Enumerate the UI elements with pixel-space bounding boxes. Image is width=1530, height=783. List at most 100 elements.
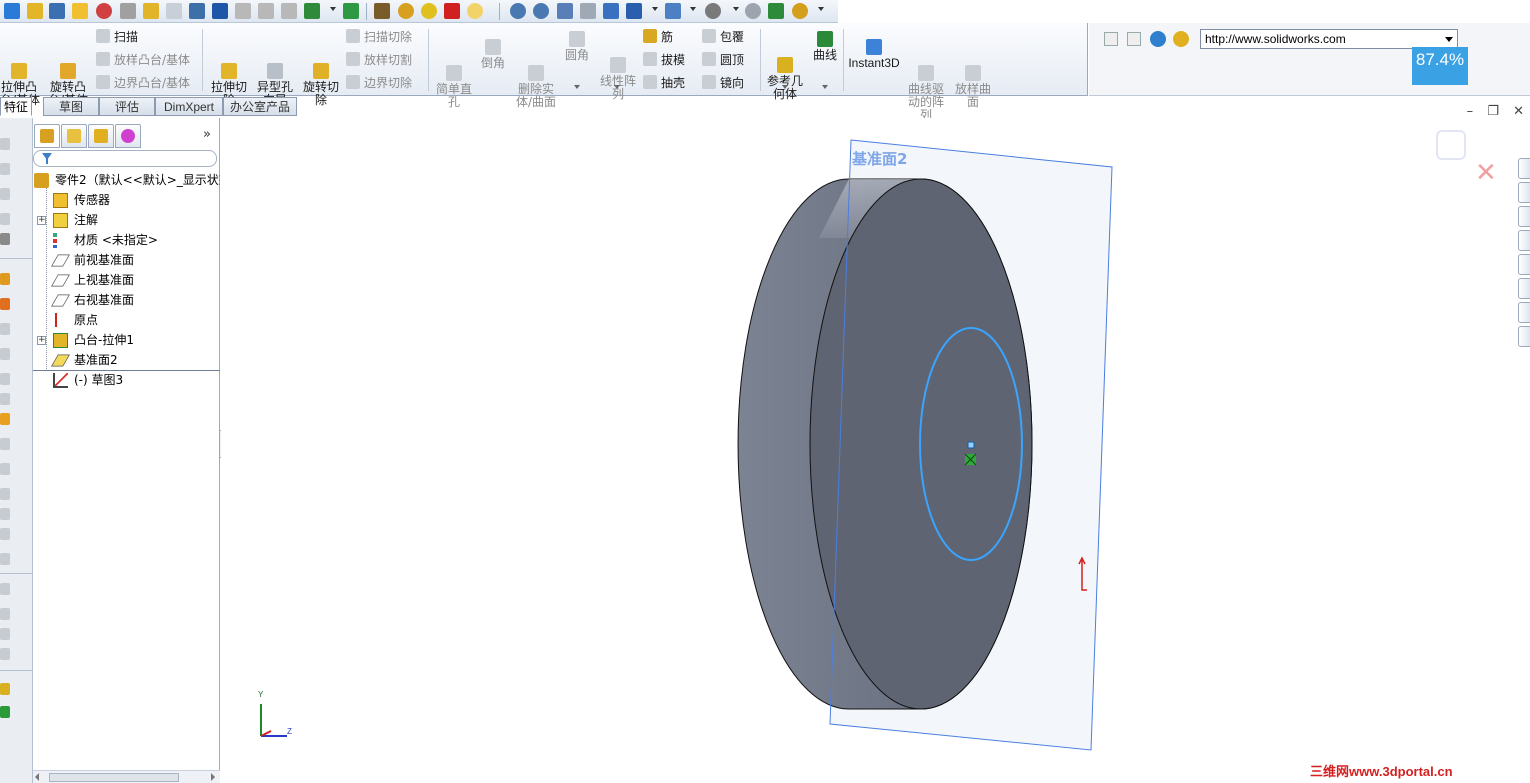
tool-icon[interactable] [0,438,10,450]
deviation-analysis-icon[interactable] [374,3,390,19]
parting-line-icon[interactable] [281,3,297,19]
fillet-button[interactable]: 圆角 [562,31,592,62]
symmetry-check-icon[interactable] [304,3,320,19]
fillet-dropdown-icon[interactable] [574,85,580,89]
realview-icon[interactable] [792,3,808,19]
lofted-boss-button[interactable]: 放样凸台/基体 [96,52,190,68]
tool-icon[interactable] [0,413,10,425]
sketch-exit-icon[interactable] [1436,130,1466,160]
tool-icon[interactable] [0,553,10,565]
instant3d-button[interactable]: Instant3D [847,39,901,70]
rollback-bar[interactable] [33,370,220,371]
tool-icon[interactable] [0,348,10,360]
scroll-thumb[interactable] [49,773,179,782]
zoom-to-area-icon[interactable] [533,3,549,19]
cancel-sketch-icon[interactable]: ✕ [1475,160,1497,186]
appearance-icon[interactable] [467,3,483,19]
curves-button[interactable]: 曲线 [810,31,840,62]
shell-button[interactable]: 抽壳 [643,75,685,91]
wrap-button[interactable]: 包覆 [702,29,744,45]
graphics-area[interactable]: 基准面2 Y Z ✕ [221,118,1530,783]
tool-icon[interactable] [0,138,10,150]
tool-icon[interactable] [0,373,10,385]
url-dropdown-icon[interactable] [1445,37,1453,42]
close-icon[interactable] [1104,32,1118,46]
tool-icon[interactable] [0,463,10,475]
lofted-surface-button[interactable]: 放样曲 面 [952,39,994,122]
minimize-icon[interactable]: – [1467,104,1474,119]
zoom-to-fit-icon[interactable] [510,3,526,19]
simple-hole-button[interactable]: 简单直 孔 [433,39,475,122]
curves-dropdown-icon[interactable] [822,85,828,89]
tab-configurationmanager[interactable] [88,124,114,148]
view-settings-icon[interactable] [768,3,784,19]
tool-icon[interactable] [0,628,10,640]
url-input[interactable]: http://www.solidworks.com [1200,29,1458,49]
horizontal-scrollbar[interactable] [33,770,220,783]
thickness-analysis-icon[interactable] [212,3,228,19]
revolved-cut-button[interactable]: 旋转切 除 [300,37,342,120]
tool-icon[interactable] [0,393,10,405]
dropdown-arrow-icon[interactable] [733,7,739,11]
zebra-stripes-icon[interactable] [398,3,414,19]
tool-icon[interactable] [0,323,10,335]
measure-icon[interactable] [27,3,43,19]
task-pane-resources-icon[interactable] [1518,182,1530,203]
swept-boss-button[interactable]: 扫描 [96,29,138,45]
model-view[interactable] [221,118,1530,783]
tab-dimxpertmanager[interactable] [115,124,141,148]
task-pane-library-icon[interactable] [1518,206,1530,227]
geometry-analysis-icon[interactable] [120,3,136,19]
circle-center-point[interactable] [967,441,975,449]
tool-icon[interactable] [0,163,10,175]
dropdown-arrow-icon[interactable] [818,7,824,11]
reference-geometry-button[interactable]: 参考几 何体 [764,31,806,114]
curvature-icon[interactable] [421,3,437,19]
dropdown-arrow-icon[interactable] [690,7,696,11]
lofted-cut-button[interactable]: 放样切割 [346,52,412,68]
tree-root[interactable]: 零件2（默认<<默认>_显示状态 [33,170,220,190]
reference-geometry-dropdown-icon[interactable] [782,85,788,89]
globe-icon[interactable] [1150,31,1166,47]
boundary-boss-button[interactable]: 边界凸台/基体 [96,75,190,91]
home-icon[interactable] [1173,31,1189,47]
tool-icon[interactable] [0,583,10,595]
check-icon[interactable] [96,3,112,19]
apply-scene-icon[interactable] [745,3,761,19]
mass-properties-icon[interactable] [49,3,65,19]
expand-panel-icon[interactable]: » [203,127,211,142]
tab-evaluate[interactable]: 评估 [99,97,155,116]
task-pane-appearances-icon[interactable] [1518,302,1530,323]
tool-icon[interactable] [0,273,10,285]
mirror-button[interactable]: 镜向 [702,75,744,91]
restore-icon[interactable]: ❐ [1487,104,1499,119]
scroll-left-icon[interactable] [35,773,39,781]
tab-propertymanager[interactable] [61,124,87,148]
checkbox-icon[interactable] [143,3,159,19]
view-orientation-icon[interactable] [603,3,619,19]
display-style-icon[interactable] [626,3,642,19]
rib-button[interactable]: 筋 [643,29,673,45]
plane-label[interactable]: 基准面2 [852,148,907,169]
tool-icon[interactable] [0,213,10,225]
boundary-cut-button[interactable]: 边界切除 [346,75,412,91]
tool-icon[interactable] [0,188,10,200]
tab-featuremanager[interactable] [34,124,60,148]
tool-icon[interactable] [0,683,10,695]
previous-view-icon[interactable] [557,3,573,19]
tool-icon[interactable] [0,298,10,310]
color-icon[interactable] [444,3,460,19]
tool-icon[interactable] [0,488,10,500]
expand-icon[interactable]: + [37,336,46,345]
draft-button[interactable]: 拔模 [643,52,685,68]
checkbox-disabled-icon[interactable] [166,3,182,19]
linear-pattern-dropdown-icon[interactable] [614,85,620,89]
section-view-icon[interactable] [580,3,596,19]
task-pane-home-icon[interactable] [1518,158,1530,179]
draft-analysis-icon[interactable] [235,3,251,19]
edit-appearance-icon[interactable] [705,3,721,19]
equations-icon[interactable] [189,3,205,19]
dropdown-arrow-icon[interactable] [330,7,336,11]
tool-icon[interactable] [0,508,10,520]
refresh-icon[interactable] [1127,32,1141,46]
